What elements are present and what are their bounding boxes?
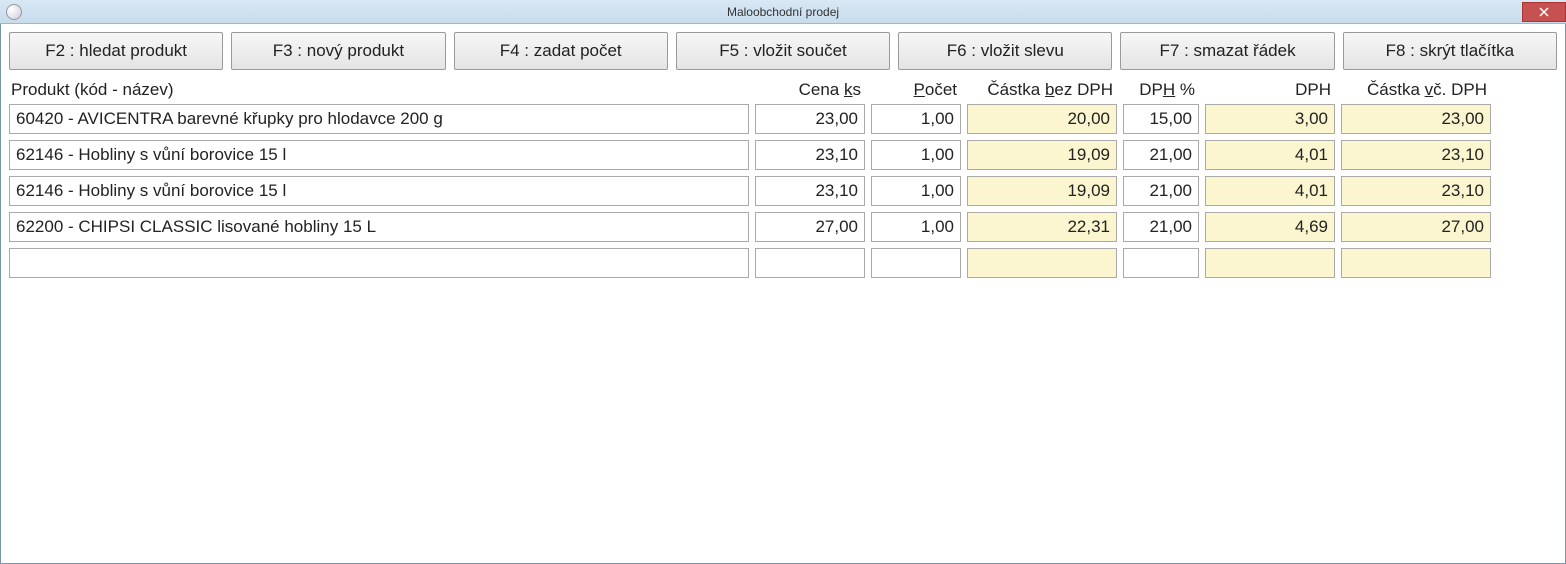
f2-search-product-button[interactable]: F2 : hledat produkt: [9, 32, 223, 70]
price-per-unit-input[interactable]: [755, 140, 865, 170]
header-product: Produkt (kód - název): [9, 80, 749, 100]
f7-delete-row-button[interactable]: F7 : smazat řádek: [1120, 32, 1334, 70]
amount-with-vat-input[interactable]: [1341, 140, 1491, 170]
table-row: [9, 176, 1557, 206]
vat-amount-input[interactable]: [1205, 212, 1335, 242]
table-row: [9, 140, 1557, 170]
titlebar: Maloobchodní prodej: [0, 0, 1566, 24]
vat-amount-input[interactable]: [1205, 248, 1335, 278]
f6-insert-discount-button[interactable]: F6 : vložit slevu: [898, 32, 1112, 70]
f3-new-product-button[interactable]: F3 : nový produkt: [231, 32, 445, 70]
vat-percent-input[interactable]: [1123, 248, 1199, 278]
product-input[interactable]: [9, 248, 749, 278]
app-icon: [6, 4, 22, 20]
vat-amount-input[interactable]: [1205, 104, 1335, 134]
product-input[interactable]: [9, 104, 749, 134]
table-row: [9, 248, 1557, 278]
count-input[interactable]: [871, 212, 961, 242]
header-pocet: Počet: [871, 80, 961, 100]
rows-container: [9, 104, 1557, 278]
table-row: [9, 104, 1557, 134]
f4-enter-count-button[interactable]: F4 : zadat počet: [454, 32, 668, 70]
client-area: F2 : hledat produkt F3 : nový produkt F4…: [0, 24, 1566, 564]
window-title: Maloobchodní prodej: [0, 5, 1566, 19]
amount-with-vat-input[interactable]: [1341, 104, 1491, 134]
price-per-unit-input[interactable]: [755, 176, 865, 206]
close-button[interactable]: [1522, 2, 1566, 22]
product-input[interactable]: [9, 176, 749, 206]
count-input[interactable]: [871, 248, 961, 278]
count-input[interactable]: [871, 176, 961, 206]
table-row: [9, 212, 1557, 242]
f8-hide-buttons-button[interactable]: F8 : skrýt tlačítka: [1343, 32, 1557, 70]
product-input[interactable]: [9, 212, 749, 242]
header-castka-vc-dph: Částka vč. DPH: [1341, 80, 1491, 100]
amount-without-vat-input[interactable]: [967, 248, 1117, 278]
header-dph: DPH: [1205, 80, 1335, 100]
f5-insert-sum-button[interactable]: F5 : vložit součet: [676, 32, 890, 70]
price-per-unit-input[interactable]: [755, 248, 865, 278]
product-input[interactable]: [9, 140, 749, 170]
vat-amount-input[interactable]: [1205, 140, 1335, 170]
column-headers: Produkt (kód - název) Cena ks Počet Část…: [9, 80, 1557, 100]
vat-percent-input[interactable]: [1123, 212, 1199, 242]
close-icon: [1539, 7, 1549, 17]
amount-with-vat-input[interactable]: [1341, 176, 1491, 206]
price-per-unit-input[interactable]: [755, 212, 865, 242]
vat-percent-input[interactable]: [1123, 104, 1199, 134]
vat-amount-input[interactable]: [1205, 176, 1335, 206]
header-dph-pct: DPH %: [1123, 80, 1199, 100]
amount-with-vat-input[interactable]: [1341, 212, 1491, 242]
amount-without-vat-input[interactable]: [967, 140, 1117, 170]
vat-percent-input[interactable]: [1123, 176, 1199, 206]
amount-without-vat-input[interactable]: [967, 212, 1117, 242]
amount-with-vat-input[interactable]: [1341, 248, 1491, 278]
count-input[interactable]: [871, 104, 961, 134]
header-castka-bez-dph: Částka bez DPH: [967, 80, 1117, 100]
count-input[interactable]: [871, 140, 961, 170]
price-per-unit-input[interactable]: [755, 104, 865, 134]
vat-percent-input[interactable]: [1123, 140, 1199, 170]
header-cena-ks: Cena ks: [755, 80, 865, 100]
amount-without-vat-input[interactable]: [967, 104, 1117, 134]
amount-without-vat-input[interactable]: [967, 176, 1117, 206]
toolbar: F2 : hledat produkt F3 : nový produkt F4…: [9, 32, 1557, 70]
